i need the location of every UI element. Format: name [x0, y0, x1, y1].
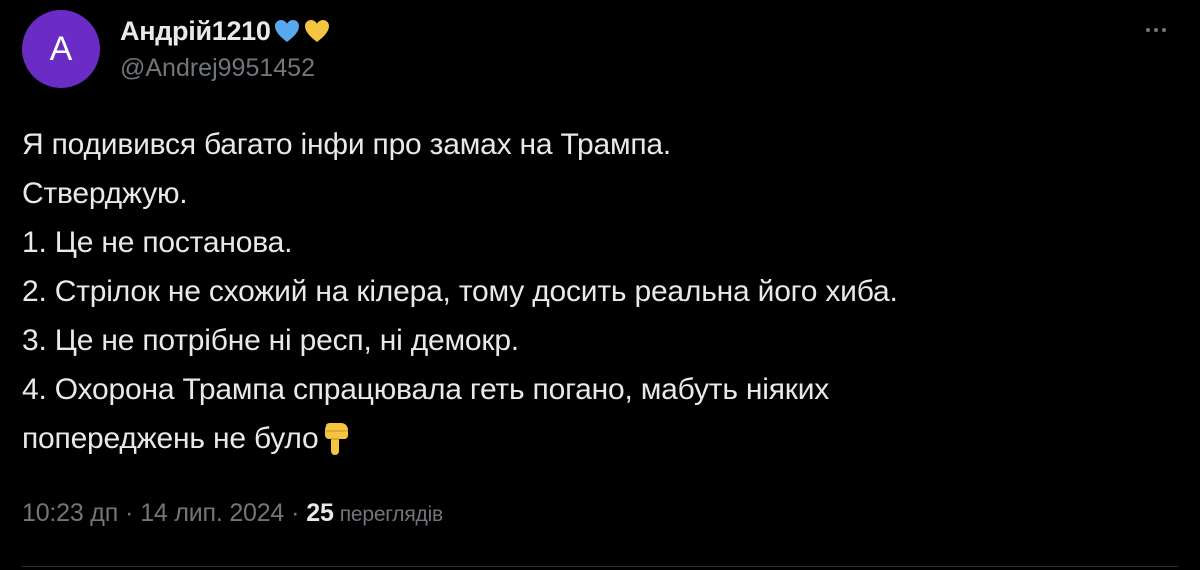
tweet-line: попереджень не було [22, 422, 319, 455]
tweet-line: 2. Стрілок не схожий на кілера, тому дос… [22, 275, 898, 308]
tweet-card: A Андрій1210 @Andrej9951452 Я подивився … [0, 0, 1200, 570]
tweet-meta: 10:23 дп · 14 лип. 2024 · 25 переглядів [22, 499, 443, 528]
pointing-down-icon [324, 423, 348, 455]
tweet-line: Стверджую. [22, 177, 188, 210]
avatar-letter: A [49, 30, 73, 68]
tweet-text: Я подивився багато інфи про замах на Тра… [22, 120, 1172, 463]
author-handle[interactable]: @Andrej9951452 [120, 54, 315, 83]
more-options-button[interactable] [1140, 22, 1172, 38]
more-dot-icon [1146, 28, 1150, 32]
tweet-line: 3. Це не потрібне ні респ, ні демокр. [22, 324, 519, 357]
more-dot-icon [1154, 28, 1158, 32]
tweet-line: 4. Охорона Трампа спрацювала геть погано… [22, 373, 830, 406]
author-name-row: Андрій1210 [120, 14, 331, 48]
more-dot-icon [1162, 28, 1166, 32]
tweet-line: Я подивився багато інфи про замах на Тра… [22, 128, 672, 161]
meta-separator: · [291, 499, 300, 527]
views-count: 25 [306, 499, 334, 527]
author-display-name[interactable]: Андрій1210 [120, 16, 271, 47]
yellow-heart-icon [304, 20, 329, 42]
avatar[interactable]: A [22, 10, 100, 88]
views-label: переглядів [339, 503, 444, 526]
tweet-last-line: попереджень не було [22, 414, 1172, 463]
tweet-time[interactable]: 10:23 дп [22, 499, 118, 527]
blue-heart-icon [274, 20, 299, 42]
tweet-date[interactable]: 14 лип. 2024 [140, 499, 284, 527]
tweet-line: 1. Це не постанова. [22, 226, 293, 259]
divider [22, 566, 1178, 567]
meta-separator: · [125, 499, 134, 527]
